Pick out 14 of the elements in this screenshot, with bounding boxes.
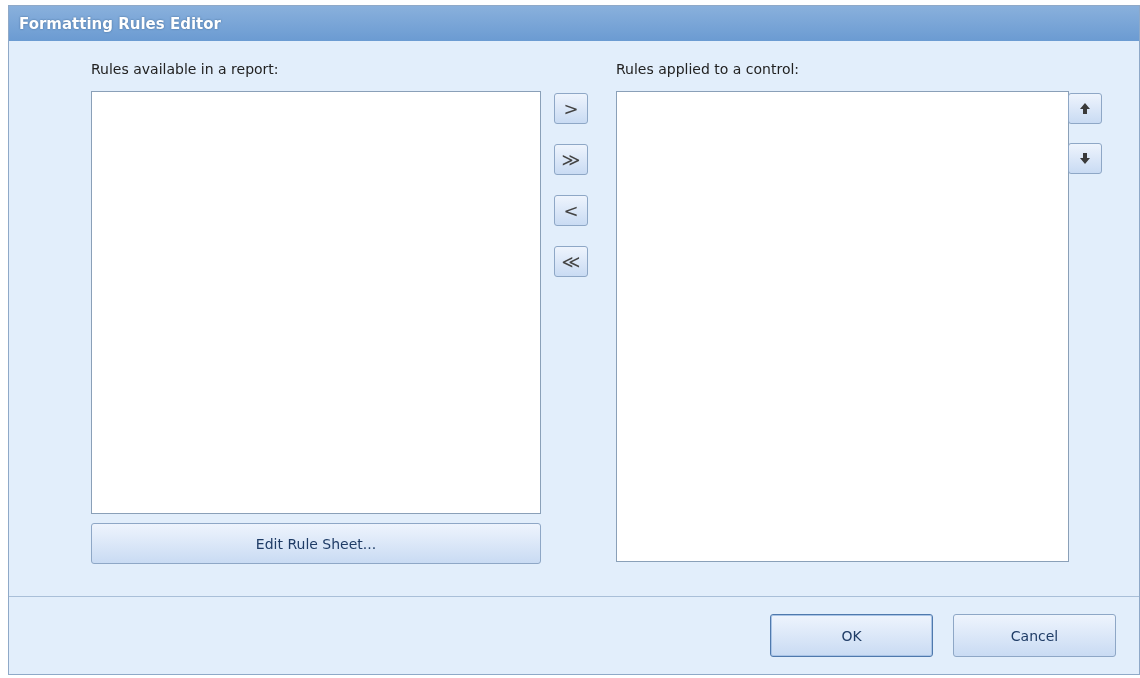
transfer-button[interactable]: < [554, 195, 588, 226]
down-arrow-icon [1080, 153, 1090, 164]
window-title: Formatting Rules Editor [19, 14, 221, 33]
move-up-button[interactable] [1068, 93, 1102, 124]
available-rules-label: Rules available in a report: [91, 61, 280, 77]
cancel-button[interactable]: Cancel [953, 614, 1116, 657]
up-arrow-icon [1080, 103, 1090, 114]
transfer-button[interactable]: ≫ [554, 144, 588, 175]
move-down-button[interactable] [1068, 143, 1102, 174]
applied-rules-label: Rules applied to a control: [616, 61, 801, 77]
edit-rule-sheet-button[interactable]: Edit Rule Sheet... [91, 523, 541, 564]
transfer-button[interactable]: ≪ [554, 246, 588, 277]
transfer-button[interactable]: > [554, 93, 588, 124]
ok-button[interactable]: OK [770, 614, 933, 657]
